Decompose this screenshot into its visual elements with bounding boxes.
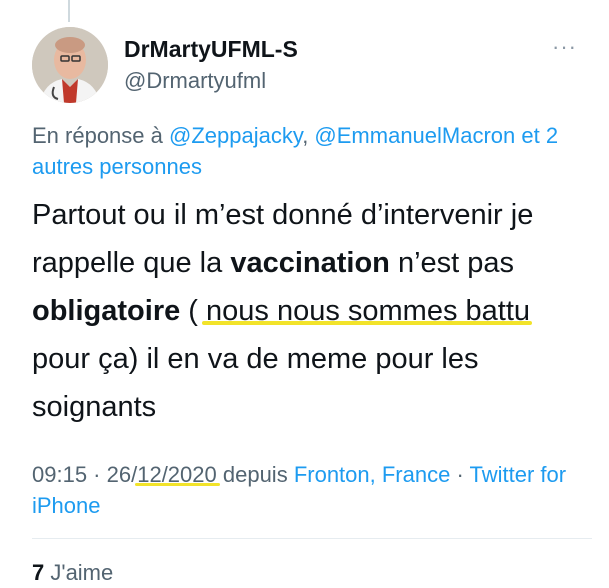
reply-prefix: En réponse à [32,123,169,148]
tweet-text-segment: n’est pas [389,247,515,279]
likes-number: 7 [32,560,45,585]
author-handle[interactable]: @Drmartyufml [124,68,266,94]
avatar[interactable] [32,27,108,103]
tweet-bold-word: obligatoire [32,295,181,327]
date-prefix: 26/ [106,462,138,487]
tweet-bold-word: vaccination [230,247,390,279]
tweet-text: Partout ou il m’est donné d’intervenir j… [32,191,592,431]
tweet-text-segment: pour ça) il en va de meme pour les soign… [32,343,479,423]
tweet-date[interactable]: 26/12/2020 [107,462,217,487]
location-link[interactable]: Fronton, France [294,462,451,487]
mention-link[interactable]: @Zeppajacky [169,123,302,148]
tweet-time[interactable]: 09:15 [32,462,87,487]
reply-context: En réponse à @Zeppajacky, @EmmanuelMacro… [32,120,592,182]
meta-via: depuis [216,462,294,487]
likes-label: J'aime [44,560,114,585]
mention-separator: , [302,123,315,148]
divider [32,538,592,539]
thread-connector-line [68,0,70,22]
meta-separator: · [87,462,107,487]
author-display-name[interactable]: DrMartyUFML-S [124,36,298,63]
more-horizontal-icon[interactable]: ··· [552,36,577,58]
likes-count[interactable]: 7 J'aime [32,560,113,586]
tweet-metadata: 09:15 · 26/12/2020 depuis Fronton, Franc… [32,459,592,521]
highlighted-date: 12/2020 [137,462,217,487]
highlighted-phrase: nous nous sommes battu [206,295,531,327]
mention-link[interactable]: @EmmanuelMacron [314,123,515,148]
meta-separator: · [450,462,470,487]
avatar-photo [32,27,108,103]
